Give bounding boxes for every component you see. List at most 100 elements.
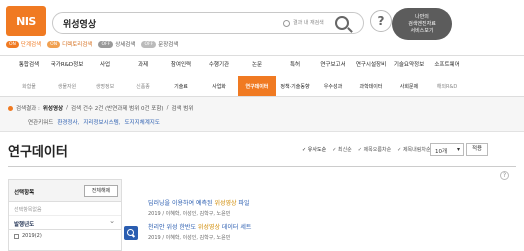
tab-life-info[interactable]: 생명정보 bbox=[86, 76, 124, 96]
tab-research-data[interactable]: 연구데이터 bbox=[238, 76, 276, 96]
research-radio-label: 결과 내 재검색 bbox=[293, 20, 324, 26]
tab-software[interactable]: 소프트웨어 bbox=[428, 56, 466, 72]
nis-logo[interactable]: NIS bbox=[6, 6, 46, 36]
result-meta: 2019 / 이혜학, 이성인, 김학구, 노윤민 bbox=[148, 211, 231, 217]
filter-group-year[interactable]: 발행년도 bbox=[9, 216, 121, 230]
tab-compound[interactable]: 화합물 bbox=[10, 76, 48, 96]
promo-line1: 나만의 bbox=[415, 14, 429, 20]
related-keywords: 연관키워드 환경정사, 지리정보시스템, 도지지체계지도 bbox=[28, 118, 160, 126]
tab-patent[interactable]: 특허 bbox=[276, 56, 314, 72]
filter-sidebar: 선택항목 전체해제 선택항목없음 발행년도 2019(2) bbox=[8, 179, 122, 251]
clear-all-button[interactable]: 전체해제 bbox=[84, 185, 118, 197]
result-item: 천리안 위성 한반도 위성영상 데이터 세트 2019 / 이혜학, 이성인, … bbox=[148, 222, 251, 241]
mode-step-search[interactable]: ON 단계검색 bbox=[6, 40, 41, 48]
mode-label: 문장검색 bbox=[158, 42, 179, 48]
search-box[interactable]: 위성영상 결과 내 재검색 bbox=[52, 12, 364, 34]
separator: / bbox=[66, 105, 68, 111]
apply-button[interactable]: 적용 bbox=[466, 143, 488, 156]
result-item: 딥러닝을 이용하여 예측된 위성영상 파일 2019 / 이혜학, 이성인, 김… bbox=[148, 198, 250, 217]
tab-tech-summary[interactable]: 기술요약정보 bbox=[390, 56, 428, 72]
result-title[interactable]: 천리안 위성 한반도 위성영상 데이터 세트 bbox=[148, 222, 251, 231]
sort-title-desc[interactable]: ✓ 제목내림차순 bbox=[397, 146, 430, 153]
page-title: 연구데이터 bbox=[8, 145, 68, 160]
promo-line2: 검색엔진자료 bbox=[408, 21, 436, 27]
condition-prefix: 검색결과 : bbox=[16, 106, 40, 112]
tab-science-data[interactable]: 과학데이터 bbox=[352, 76, 390, 96]
sort-label: 유사도순 bbox=[307, 147, 327, 153]
sort-label: 최신순 bbox=[337, 147, 352, 153]
mode-label: 디렉토리검색 bbox=[62, 42, 93, 48]
filter-item-label: 2019(2) bbox=[22, 233, 42, 239]
tab-paper[interactable]: 논문 bbox=[238, 56, 276, 72]
mode-label: 상세검색 bbox=[115, 42, 136, 48]
tab-policy-trend[interactable]: 정책·기술동향 bbox=[276, 76, 314, 96]
sidebar-header: 선택항목 전체해제 bbox=[9, 180, 121, 202]
tab-new-variety[interactable]: 신품종 bbox=[124, 76, 162, 96]
tab-national-rnd[interactable]: 국가R&D정보 bbox=[48, 56, 86, 72]
search-condition: 검색결과 : 위성영상 / 검색 건수 2건 (반연과제 범위 0건 포함) /… bbox=[8, 104, 193, 112]
tab-project[interactable]: 사업 bbox=[86, 56, 124, 72]
logo-text: NIS bbox=[16, 14, 36, 28]
mode-label: 단계검색 bbox=[20, 42, 42, 48]
tab-total[interactable]: 통합검색 bbox=[10, 56, 48, 72]
title-highlight: 위성영상 bbox=[214, 200, 237, 207]
nav-row-secondary: 화합물 생물자원 생명정보 신품종 기술료 사업화 연구데이터 정책·기술동향 … bbox=[10, 76, 466, 96]
filter-item[interactable]: 2019(2) bbox=[9, 230, 121, 242]
sort-title-asc[interactable]: ✓ 제목오름차순 bbox=[358, 146, 391, 153]
tab-bio-resource[interactable]: 생물자원 bbox=[48, 76, 86, 96]
tab-task[interactable]: 과제 bbox=[124, 56, 162, 72]
tab-commercialization[interactable]: 사업화 bbox=[200, 76, 238, 96]
mode-tag: OFF bbox=[141, 40, 157, 48]
research-radio[interactable] bbox=[283, 20, 290, 27]
page-size-select[interactable]: 10개 bbox=[430, 143, 464, 156]
search-condition-box: 검색결과 : 위성영상 / 검색 건수 2건 (반연과제 범위 0건 포함) /… bbox=[0, 97, 524, 132]
separator: / bbox=[166, 105, 169, 111]
title-text: 천리안 위성 한반도 bbox=[148, 224, 198, 231]
sidebar-title: 선택항목 bbox=[14, 190, 35, 196]
tab-social-issue[interactable]: 사회문제 bbox=[390, 76, 428, 96]
sort-label: 제목내림차순 bbox=[402, 147, 431, 153]
tab-report[interactable]: 연구보고서 bbox=[314, 56, 352, 72]
search-icon[interactable] bbox=[335, 16, 349, 30]
result-title[interactable]: 딥러닝을 이용하여 예측된 위성영상 파일 bbox=[148, 198, 250, 207]
sort-label: 제목오름차순 bbox=[363, 147, 392, 153]
mode-directory-search[interactable]: ON 디렉토리검색 bbox=[47, 40, 92, 48]
keyword-link[interactable]: 환경정사, bbox=[57, 118, 79, 126]
selected-empty-text: 선택항목없음 bbox=[9, 202, 121, 216]
sort-latest[interactable]: ✓ 최신순 bbox=[332, 146, 352, 153]
title-text: 파일 bbox=[236, 200, 250, 207]
tab-institution[interactable]: 수행기관 bbox=[200, 56, 238, 72]
mode-sentence-search[interactable]: OFF 문장검색 bbox=[141, 40, 178, 48]
result-meta: 2019 / 이혜학, 이성인, 김학구, 노윤민 bbox=[148, 235, 231, 241]
mode-tag: ON bbox=[47, 40, 61, 48]
tab-excellent-result[interactable]: 우수성과 bbox=[314, 76, 352, 96]
tab-facility[interactable]: 연구시설장비 bbox=[352, 56, 390, 72]
search-modes: ON 단계검색 ON 디렉토리검색 OFF 상세검색 OFF 문장검색 bbox=[6, 40, 178, 48]
mode-tag: OFF bbox=[98, 40, 114, 48]
tab-personnel[interactable]: 참여인력 bbox=[162, 56, 200, 72]
keyword-link[interactable]: 지리정보시스템, bbox=[83, 118, 120, 126]
filter-search-icon[interactable] bbox=[124, 226, 138, 240]
condition-scope[interactable]: 검색 범위 bbox=[171, 104, 193, 112]
sort-options: ✓ 유사도순 ✓ 최신순 ✓ 제목오름차순 ✓ 제목내림차순 bbox=[302, 146, 431, 153]
sort-relevance[interactable]: ✓ 유사도순 bbox=[302, 146, 326, 153]
promo-banner[interactable]: 나만의 검색엔진자료 서비스보기 bbox=[392, 8, 452, 40]
promo-line3: 서비스보기 bbox=[410, 28, 434, 34]
mode-tag: ON bbox=[6, 40, 19, 48]
condition-count: 검색 건수 2건 (반연과제 범위 0건 포함) bbox=[70, 106, 164, 112]
help-icon[interactable]: ? bbox=[500, 171, 509, 180]
title-text: 딥러닝을 이용하여 예측된 bbox=[148, 200, 215, 207]
mode-detail-search[interactable]: OFF 상세검색 bbox=[98, 40, 135, 48]
search-input[interactable]: 위성영상 bbox=[63, 17, 96, 30]
checkbox[interactable] bbox=[14, 233, 19, 239]
nav-row-primary: 통합검색 국가R&D정보 사업 과제 참여인력 수행기관 논문 특허 연구보고서… bbox=[10, 56, 466, 72]
keywords-label: 연관키워드 bbox=[28, 120, 54, 126]
title-highlight: 위성영상 bbox=[197, 224, 220, 231]
keyword-link[interactable]: 도지지체계지도 bbox=[124, 118, 159, 126]
tab-overseas-rnd[interactable]: 해외R&D bbox=[428, 76, 466, 96]
condition-query: 위성영상 bbox=[42, 106, 64, 112]
divider bbox=[8, 166, 516, 167]
bullet-icon bbox=[8, 105, 13, 111]
help-bubble-icon[interactable]: ? bbox=[370, 10, 392, 32]
tab-royalty[interactable]: 기술료 bbox=[162, 76, 200, 96]
